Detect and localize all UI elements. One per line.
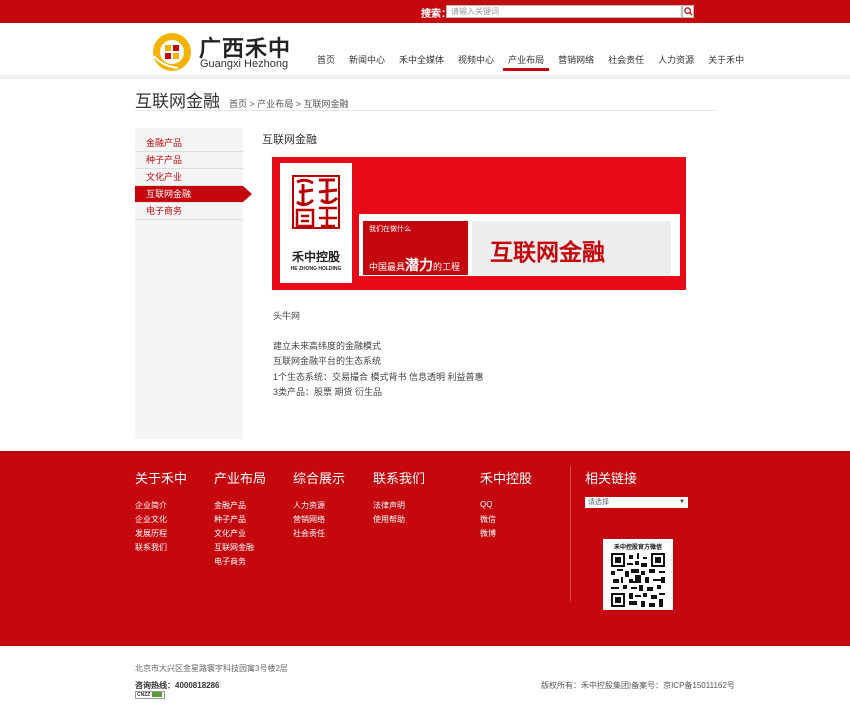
wechat-qr-box: 禾中控股官方微信 (603, 539, 673, 610)
seal-box: 禾中控股 HE ZHONG HOLDING (280, 163, 352, 283)
hotline: 咨询热线：4000818286 (135, 681, 220, 690)
bottom-bar: 北京市大兴区金星路寰宇科技园寓3号楼2层 咨询热线：4000818286 CNZ… (0, 646, 850, 714)
nav-item-industry[interactable]: 产业布局 (501, 53, 551, 71)
banner-tag-main: 中国最具潜力的工程 (369, 257, 461, 273)
brand-logo-icon[interactable] (152, 32, 192, 72)
banner-headline-box: 互联网金融 (472, 221, 671, 275)
footer-link[interactable]: 使用帮助 (373, 514, 405, 525)
nav-item-media[interactable]: 禾中全媒体 (392, 53, 451, 71)
content-paragraph: 头牛网 (273, 311, 301, 321)
content-paragraph: 建立未来高纬度的金融模式 (273, 341, 382, 351)
footer-link-qq[interactable]: QQ (480, 500, 492, 509)
nav-item-responsibility[interactable]: 社会责任 (601, 53, 651, 71)
cnzz-bar-icon (152, 692, 163, 698)
nav-item-hr[interactable]: 人力资源 (651, 53, 701, 71)
footer-divider (570, 466, 571, 601)
nav-item-video[interactable]: 视频中心 (451, 53, 501, 71)
search-input[interactable]: 请输入关键词 (446, 5, 682, 18)
seal-icon (292, 175, 340, 229)
related-links-select[interactable]: 请选择 (585, 497, 688, 508)
search-button[interactable] (682, 5, 694, 18)
site-header: 广西禾中 Guangxi Hezhong 首页 新闻中心 禾中全媒体 视频中心 … (0, 23, 850, 79)
top-bar: 搜索： 请输入关键词 (0, 0, 850, 23)
footer-link[interactable]: 营销网络 (293, 514, 325, 525)
sidebar-item-seed-products[interactable]: 种子产品 (135, 152, 243, 169)
cnzz-label: CNZZ (137, 692, 151, 698)
related-links-title: 相关链接 (585, 471, 638, 486)
footer-link[interactable]: 企业简介 (135, 500, 167, 511)
footer-col-title: 联系我们 (373, 471, 426, 486)
search-icon (684, 7, 693, 16)
sidebar-item-ecommerce[interactable]: 电子商务 (135, 203, 243, 220)
footer-link[interactable]: 电子商务 (214, 556, 246, 567)
breadcrumb[interactable]: 首页 > 产业布局 > 互联网金融 (229, 97, 349, 110)
nav-item-about[interactable]: 关于禾中 (701, 53, 751, 71)
footer-link[interactable]: 文化产业 (214, 528, 246, 539)
sidebar: 金融产品 种子产品 文化产业 互联网金融 电子商务 (135, 128, 252, 439)
footer-link[interactable]: 社会责任 (293, 528, 325, 539)
sidebar-item-culture[interactable]: 文化产业 (135, 169, 243, 186)
banner-headline: 互联网金融 (490, 239, 605, 265)
cnzz-badge[interactable]: CNZZ (135, 691, 165, 699)
content-paragraph: 3类产品：股票 期货 衍生品 (273, 387, 383, 397)
footer-link[interactable]: 种子产品 (214, 514, 246, 525)
nav-item-marketing[interactable]: 营销网络 (551, 53, 601, 71)
qr-code-icon (611, 553, 665, 607)
footer-link-weibo[interactable]: 微博 (480, 528, 496, 539)
footer-col-title: 关于禾中 (135, 471, 188, 486)
footer-link[interactable]: 金融产品 (214, 500, 246, 511)
page-title: 互联网金融 (135, 92, 220, 111)
banner-tag-top: 我们在做什么 (369, 226, 411, 233)
footer-link[interactable]: 企业文化 (135, 514, 167, 525)
footer-col-title: 产业布局 (214, 471, 267, 486)
footer-col-title: 禾中控股 (480, 471, 533, 486)
content-title: 互联网金融 (262, 134, 317, 146)
banner-panel: 我们在做什么 中国最具潜力的工程 互联网金融 (359, 214, 680, 276)
qr-title: 禾中控股官方微信 (613, 545, 662, 551)
footer-link[interactable]: 法律声明 (373, 500, 405, 511)
nav-item-home[interactable]: 首页 (310, 53, 342, 71)
nav-item-news[interactable]: 新闻中心 (342, 53, 392, 71)
sidebar-item-internet-finance[interactable]: 互联网金融 (135, 186, 252, 203)
sidebar-item-finance-products[interactable]: 金融产品 (135, 135, 243, 152)
footer-link-wechat[interactable]: 微信 (480, 514, 496, 525)
site-footer: 关于禾中 企业简介 企业文化 发展历程 联系我们 产业布局 金融产品 种子产品 … (0, 451, 850, 646)
seal-name-en: HE ZHONG HOLDING (290, 266, 342, 272)
content-paragraph: 互联网金融平台的生态系统 (273, 356, 382, 366)
footer-col-title: 综合展示 (293, 471, 346, 486)
seal-name: 禾中控股 (291, 250, 340, 264)
brand-name-en: Guangxi Hezhong (200, 58, 289, 70)
divider (135, 110, 716, 111)
copyright: 版权所有：禾中控股集团|备案号：京ICP备15011162号 (541, 681, 735, 690)
main-nav: 首页 新闻中心 禾中全媒体 视频中心 产业布局 营销网络 社会责任 人力资源 关… (310, 53, 751, 71)
footer-link[interactable]: 联系我们 (135, 542, 167, 553)
footer-link[interactable]: 互联网金融 (214, 542, 254, 553)
footer-link[interactable]: 人力资源 (293, 500, 325, 511)
content-paragraph: 1个生态系统：交易撮合 模式背书 信息透明 利益普惠 (273, 372, 484, 382)
banner-image: 禾中控股 HE ZHONG HOLDING 我们在做什么 中国最具潜力的工程 互… (272, 157, 686, 290)
banner-tag: 我们在做什么 中国最具潜力的工程 (363, 221, 468, 275)
company-address: 北京市大兴区金星路寰宇科技园寓3号楼2层 (135, 664, 288, 673)
footer-link[interactable]: 发展历程 (135, 528, 167, 539)
